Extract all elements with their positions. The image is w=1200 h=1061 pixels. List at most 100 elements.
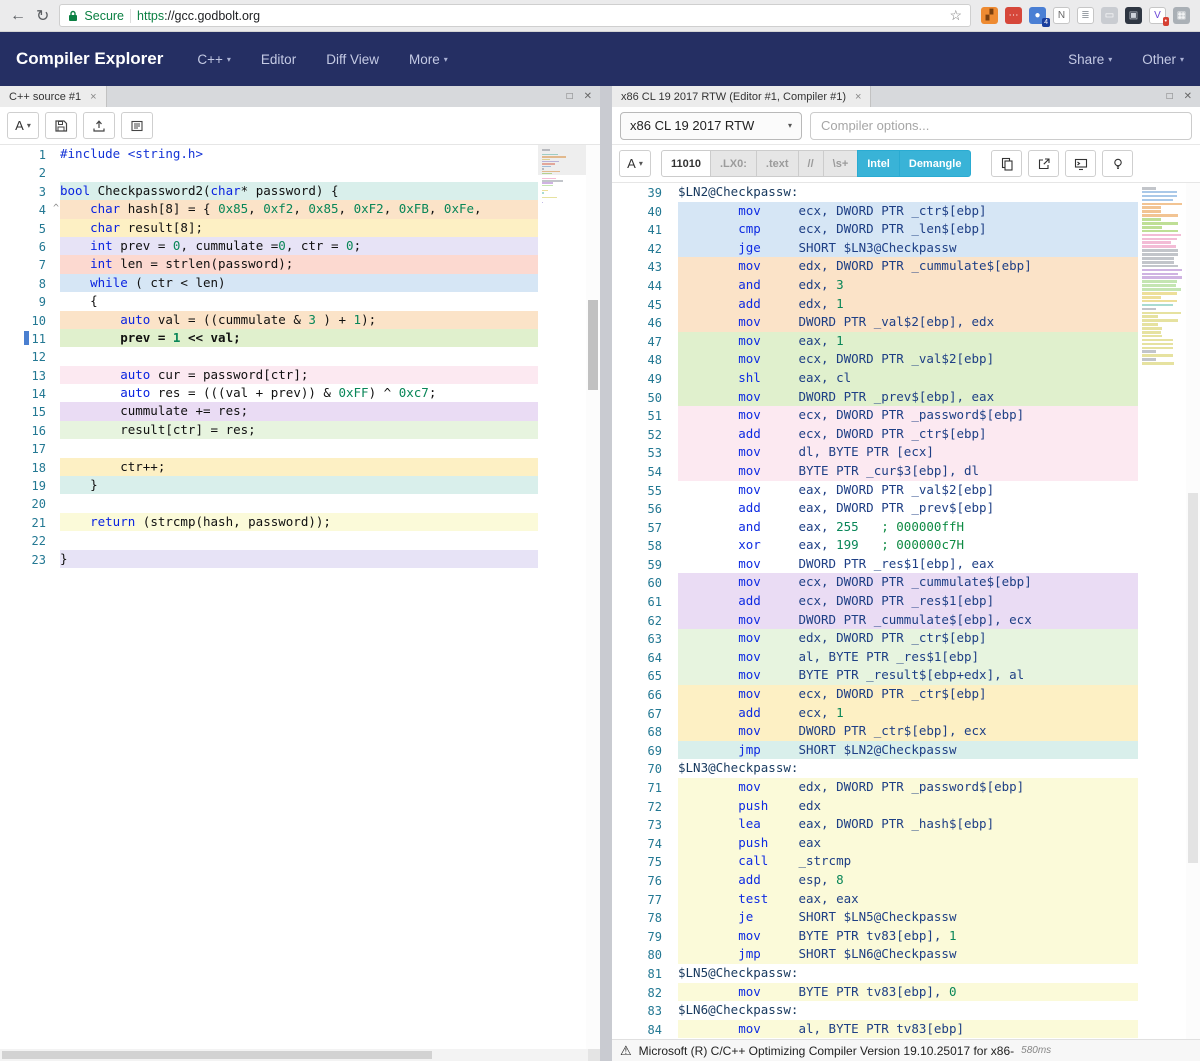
- assembly-line[interactable]: 72 push edx: [612, 797, 1200, 816]
- source-editor[interactable]: 1#include <string.h>23bool Checkpassword…: [0, 145, 600, 1049]
- filter-text-button[interactable]: .text: [756, 150, 799, 177]
- close-tab-icon[interactable]: ×: [90, 91, 96, 103]
- assembly-line[interactable]: 39$LN2@Checkpassw:: [612, 183, 1200, 202]
- assembly-line[interactable]: 42 jge SHORT $LN3@Checkpassw: [612, 239, 1200, 258]
- assembly-line[interactable]: 59 mov DWORD PTR _res$1[ebp], eax: [612, 555, 1200, 574]
- assembly-line[interactable]: 82 mov BYTE PTR tv83[ebp], 0: [612, 983, 1200, 1002]
- extension-v-purple-icon[interactable]: V•: [1149, 7, 1166, 24]
- source-line[interactable]: 15 cummulate += res;: [0, 402, 600, 420]
- external-link-button[interactable]: [1028, 150, 1059, 177]
- extension-orange-monkey-icon[interactable]: ▞: [981, 7, 998, 24]
- assembly-line[interactable]: 66 mov ecx, DWORD PTR _ctr$[ebp]: [612, 685, 1200, 704]
- close-pane-icon[interactable]: ✕: [1184, 91, 1192, 102]
- maximize-icon[interactable]: □: [567, 91, 573, 102]
- assembly-line[interactable]: 49 shl eax, cl: [612, 369, 1200, 388]
- extension-gray-tool-icon[interactable]: ▭: [1101, 7, 1118, 24]
- assembly-line[interactable]: 60 mov ecx, DWORD PTR _cummulate$[ebp]: [612, 573, 1200, 592]
- extension-dark-box-icon[interactable]: ▣: [1125, 7, 1142, 24]
- template-button[interactable]: [121, 112, 153, 139]
- assembly-minimap[interactable]: [1138, 183, 1186, 1039]
- scrollbar-thumb[interactable]: [588, 300, 598, 390]
- scrollbar-thumb[interactable]: [2, 1051, 432, 1059]
- assembly-line[interactable]: 61 add ecx, DWORD PTR _res$1[ebp]: [612, 592, 1200, 611]
- source-line[interactable]: 1#include <string.h>: [0, 145, 600, 163]
- assembly-line[interactable]: 83$LN6@Checkpassw:: [612, 1001, 1200, 1020]
- filter-item-button[interactable]: //: [798, 150, 824, 177]
- source-line[interactable]: 5 char result[8];: [0, 219, 600, 237]
- assembly-line[interactable]: 63 mov edx, DWORD PTR _ctr$[ebp]: [612, 629, 1200, 648]
- source-line[interactable]: 10 auto val = ((cummulate & 3 ) + 1);: [0, 311, 600, 329]
- nav-item-other[interactable]: Other▾: [1142, 52, 1184, 67]
- source-line[interactable]: 23}: [0, 550, 600, 568]
- save-button[interactable]: [45, 112, 77, 139]
- source-line[interactable]: 4^ char hash[8] = { 0x85, 0xf2, 0x85, 0x…: [0, 200, 600, 218]
- brand-title[interactable]: Compiler Explorer: [16, 49, 163, 69]
- source-line[interactable]: 6 int prev = 0, cummulate =0, ctr = 0;: [0, 237, 600, 255]
- assembly-line[interactable]: 50 mov DWORD PTR _prev$[ebp], eax: [612, 388, 1200, 407]
- assembly-line[interactable]: 55 mov eax, DWORD PTR _val$2[ebp]: [612, 481, 1200, 500]
- source-horizontal-scrollbar[interactable]: [0, 1049, 600, 1061]
- source-line[interactable]: 21 return (strcmp(hash, password));: [0, 513, 600, 531]
- pane-splitter[interactable]: [600, 86, 612, 1061]
- assembly-line[interactable]: 80 jmp SHORT $LN6@Checkpassw: [612, 945, 1200, 964]
- filter-demangle-button[interactable]: Demangle: [899, 150, 972, 177]
- assembly-line[interactable]: 67 add ecx, 1: [612, 704, 1200, 723]
- assembly-line[interactable]: 78 je SHORT $LN5@Checkpassw: [612, 908, 1200, 927]
- font-size-button[interactable]: A ▾: [619, 150, 651, 177]
- assembly-line[interactable]: 70$LN3@Checkpassw:: [612, 759, 1200, 778]
- load-button[interactable]: [83, 112, 115, 139]
- nav-item-diff-view[interactable]: Diff View: [326, 52, 379, 67]
- assembly-line[interactable]: 46 mov DWORD PTR _val$2[ebp], edx: [612, 313, 1200, 332]
- assembly-line[interactable]: 64 mov al, BYTE PTR _res$1[ebp]: [612, 648, 1200, 667]
- assembly-line[interactable]: 51 mov ecx, DWORD PTR _password$[ebp]: [612, 406, 1200, 425]
- clipboard-button[interactable]: [991, 150, 1022, 177]
- bookmark-star-icon[interactable]: ☆: [949, 7, 962, 24]
- source-line[interactable]: 19 }: [0, 476, 600, 494]
- assembly-line[interactable]: 74 push eax: [612, 834, 1200, 853]
- assembly-line[interactable]: 56 add eax, DWORD PTR _prev$[ebp]: [612, 499, 1200, 518]
- scrollbar-thumb[interactable]: [1188, 493, 1198, 863]
- assembly-line[interactable]: 68 mov DWORD PTR _ctr$[ebp], ecx: [612, 722, 1200, 741]
- nav-item-share[interactable]: Share▾: [1068, 52, 1112, 67]
- assembly-line[interactable]: 52 add ecx, DWORD PTR _ctr$[ebp]: [612, 425, 1200, 444]
- extension-document-icon[interactable]: ≣: [1077, 7, 1094, 24]
- assembly-line[interactable]: 76 add esp, 8: [612, 871, 1200, 890]
- back-button[interactable]: ←: [10, 7, 26, 25]
- source-line[interactable]: 17: [0, 439, 600, 457]
- assembly-line[interactable]: 53 mov dl, BYTE PTR [ecx]: [612, 443, 1200, 462]
- nav-item-editor[interactable]: Editor: [261, 52, 296, 67]
- assembly-line[interactable]: 73 lea eax, DWORD PTR _hash$[ebp]: [612, 815, 1200, 834]
- close-pane-icon[interactable]: ✕: [584, 91, 592, 102]
- source-minimap[interactable]: [538, 145, 586, 1049]
- tab-cpp-source[interactable]: C++ source #1 ×: [0, 86, 107, 107]
- nav-item-more[interactable]: More▾: [409, 52, 448, 67]
- assembly-line[interactable]: 62 mov DWORD PTR _cummulate$[ebp], ecx: [612, 611, 1200, 630]
- extension-red-tool-icon[interactable]: ⋯: [1005, 7, 1022, 24]
- assembly-line[interactable]: 54 mov BYTE PTR _cur$3[ebp], dl: [612, 462, 1200, 481]
- address-bar[interactable]: Secure https://gcc.godbolt.org ☆: [59, 4, 971, 27]
- assembly-line[interactable]: 69 jmp SHORT $LN2@Checkpassw: [612, 741, 1200, 760]
- assembly-editor[interactable]: 39$LN2@Checkpassw:40 mov ecx, DWORD PTR …: [612, 183, 1200, 1039]
- assembly-line[interactable]: 58 xor eax, 199 ; 000000c7H: [612, 536, 1200, 555]
- assembly-line[interactable]: 44 and edx, 3: [612, 276, 1200, 295]
- nav-item-c[interactable]: C++▾: [197, 52, 231, 67]
- source-line[interactable]: 3bool Checkpassword2(char* password) {: [0, 182, 600, 200]
- compiler-options-input[interactable]: [810, 112, 1192, 140]
- extension-blue-profile-icon[interactable]: ●4: [1029, 7, 1046, 24]
- assembly-line[interactable]: 65 mov BYTE PTR _result$[ebp+edx], al: [612, 666, 1200, 685]
- extension-grid-icon[interactable]: ▦: [1173, 7, 1190, 24]
- fold-icon[interactable]: ^: [53, 200, 59, 218]
- source-line[interactable]: 7 int len = strlen(password);: [0, 255, 600, 273]
- assembly-line[interactable]: 40 mov ecx, DWORD PTR _ctr$[ebp]: [612, 202, 1200, 221]
- source-line[interactable]: 13 auto cur = password[ctr];: [0, 366, 600, 384]
- font-size-button[interactable]: A ▾: [7, 112, 39, 139]
- filter-11010-button[interactable]: 11010: [661, 150, 711, 177]
- source-line[interactable]: 9 {: [0, 292, 600, 310]
- maximize-icon[interactable]: □: [1167, 91, 1173, 102]
- assembly-line[interactable]: 75 call _strcmp: [612, 852, 1200, 871]
- assembly-line[interactable]: 41 cmp ecx, DWORD PTR _len$[ebp]: [612, 220, 1200, 239]
- assembly-line[interactable]: 43 mov edx, DWORD PTR _cummulate$[ebp]: [612, 257, 1200, 276]
- filter-lx0-button[interactable]: .LX0:: [710, 150, 757, 177]
- source-line[interactable]: 14 auto res = (((val + prev)) & 0xFF) ^ …: [0, 384, 600, 402]
- assembly-vertical-scrollbar[interactable]: [1186, 183, 1200, 1039]
